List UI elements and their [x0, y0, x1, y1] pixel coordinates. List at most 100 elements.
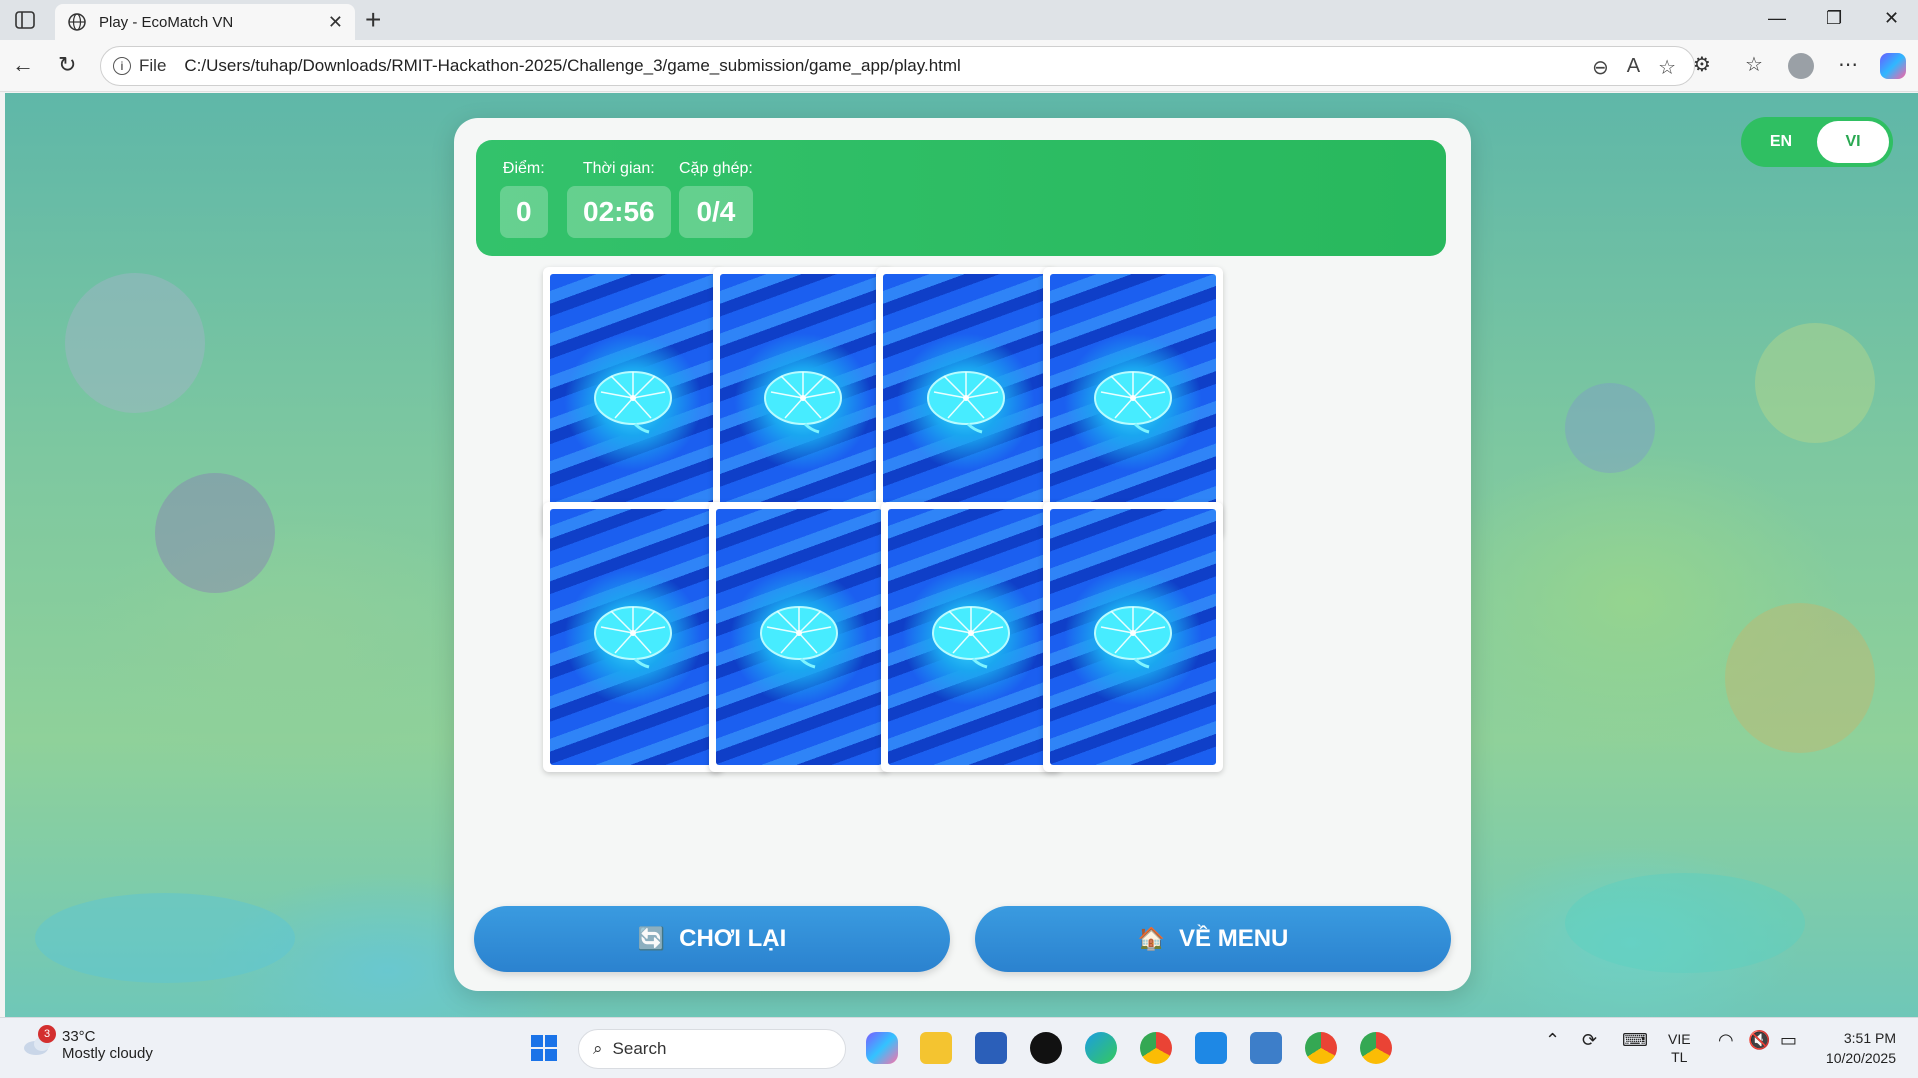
replay-button[interactable]: 🔄 CHƠI LẠI	[474, 906, 950, 972]
close-window-icon[interactable]: ✕	[1884, 8, 1899, 29]
flower-decoration	[1725, 603, 1875, 753]
card-back	[1050, 274, 1216, 530]
tab-title: Play - EcoMatch VN	[99, 13, 234, 31]
replay-icon: 🔄	[637, 926, 666, 951]
chrome-icon[interactable]	[1140, 1032, 1172, 1064]
sync-icon[interactable]: ⟳	[1582, 1030, 1597, 1051]
taskbar: 3 33°C Mostly cloudy ⌕ Search ⌃ ⟳ ⌨ VIE …	[0, 1017, 1918, 1078]
memory-card[interactable]	[876, 267, 1056, 537]
edge-icon[interactable]	[1085, 1032, 1117, 1064]
lotus-leaf-icon	[1094, 606, 1172, 669]
battery-icon[interactable]: ▭	[1780, 1030, 1797, 1051]
water-decoration	[1565, 873, 1805, 973]
restore-icon[interactable]: ❐	[1826, 8, 1842, 29]
new-tab-icon[interactable]: +	[365, 4, 381, 36]
flower-decoration	[1565, 383, 1655, 473]
clock-date: 10/20/2025	[1825, 1050, 1896, 1066]
language-switch: EN VI	[1741, 117, 1893, 167]
card-back	[888, 509, 1054, 765]
keyboard-icon[interactable]: ⌨	[1622, 1030, 1648, 1051]
close-tab-icon[interactable]: ✕	[328, 12, 343, 33]
clock-time: 3:51 PM	[1843, 1030, 1896, 1046]
memory-card[interactable]	[713, 267, 893, 537]
memory-card[interactable]	[1043, 502, 1223, 772]
zoom-icon[interactable]: ⊖	[1592, 55, 1609, 80]
speaker-muted-icon[interactable]: 🔇	[1748, 1030, 1770, 1051]
weather-temp: 33°C	[62, 1028, 96, 1045]
weather-badge: 3	[38, 1025, 56, 1043]
browser-tab[interactable]: Play - EcoMatch VN ✕	[55, 4, 355, 40]
input-language[interactable]: VIE TL	[1668, 1030, 1691, 1066]
sidebar-toggle-icon[interactable]	[14, 9, 36, 31]
menu-button[interactable]: 🏠 VỀ MENU	[975, 906, 1451, 972]
card-back	[883, 274, 1049, 530]
extensions-icon[interactable]: ⚙	[1693, 52, 1711, 77]
chrome-profile-icon[interactable]	[1305, 1032, 1337, 1064]
url-text[interactable]: C:/Users/tuhap/Downloads/RMIT-Hackathon-…	[184, 56, 960, 76]
chrome-profile-icon[interactable]	[1360, 1032, 1392, 1064]
copilot-icon[interactable]	[1880, 53, 1906, 79]
memory-card[interactable]	[543, 267, 723, 537]
menu-label: VỀ MENU	[1179, 925, 1289, 952]
back-arrow-icon[interactable]: ←	[12, 52, 34, 78]
photos-icon[interactable]	[1250, 1032, 1282, 1064]
taskbar-search[interactable]: ⌕ Search	[578, 1029, 846, 1069]
lotus-leaf-icon	[594, 371, 672, 434]
lang-top: VIE	[1668, 1031, 1691, 1047]
file-explorer-icon[interactable]	[920, 1032, 952, 1064]
lotus-leaf-icon	[1094, 371, 1172, 434]
card-back	[716, 509, 882, 765]
minimize-icon[interactable]: —	[1768, 8, 1786, 29]
flower-decoration	[1755, 323, 1875, 443]
card-back	[550, 509, 716, 765]
vscode-icon[interactable]	[1195, 1032, 1227, 1064]
weather-desc: Mostly cloudy	[62, 1045, 153, 1062]
lotus-leaf-icon	[764, 371, 842, 434]
chevron-up-icon[interactable]: ⌃	[1545, 1030, 1560, 1051]
store-icon[interactable]	[975, 1032, 1007, 1064]
card-back	[1050, 509, 1216, 765]
lang-en-button[interactable]: EN	[1745, 121, 1817, 163]
score-label: Điểm:	[502, 160, 545, 177]
address-bar[interactable]: i File C:/Users/tuhap/Downloads/RMIT-Hac…	[100, 46, 1695, 86]
time-stat: Thời gian: 02:56	[567, 160, 671, 238]
home-icon: 🏠	[1137, 926, 1166, 951]
clock[interactable]: 3:51 PM 10/20/2025	[1826, 1028, 1896, 1068]
globe-icon	[68, 13, 86, 31]
windows-start-icon[interactable]	[528, 1032, 560, 1064]
memory-card[interactable]	[881, 502, 1061, 772]
memory-card[interactable]	[543, 502, 723, 772]
game-viewport: EN VI Điểm: 0 Thời gian: 02:56 Cặp ghép:…	[5, 93, 1918, 1017]
favorites-icon[interactable]: ☆	[1745, 52, 1763, 77]
water-decoration	[35, 893, 295, 983]
info-icon[interactable]: i	[113, 57, 131, 75]
card-back	[550, 274, 716, 530]
lotus-leaf-icon	[927, 371, 1005, 434]
replay-label: CHƠI LẠI	[679, 925, 787, 952]
refresh-icon[interactable]: ↻	[58, 52, 76, 78]
lang-bottom: TL	[1671, 1049, 1688, 1065]
more-menu-icon[interactable]: ⋯	[1838, 52, 1858, 77]
profile-avatar[interactable]	[1788, 53, 1814, 79]
copilot-app-icon[interactable]	[866, 1032, 898, 1064]
flower-decoration	[65, 273, 205, 413]
time-label: Thời gian:	[582, 160, 655, 177]
memory-card[interactable]	[1043, 267, 1223, 537]
search-label: Search	[612, 1039, 667, 1058]
read-aloud-icon[interactable]: A	[1627, 55, 1640, 80]
weather-widget[interactable]: 3 33°C Mostly cloudy	[22, 1025, 153, 1062]
pairs-value: 0/4	[679, 186, 753, 238]
address-toolbar: ← ↻ i File C:/Users/tuhap/Downloads/RMIT…	[0, 40, 1918, 92]
lotus-leaf-icon	[594, 606, 672, 669]
score-value: 0	[500, 186, 548, 238]
dell-icon[interactable]	[1030, 1032, 1062, 1064]
memory-card[interactable]	[709, 502, 889, 772]
wifi-icon[interactable]: ◠	[1718, 1030, 1734, 1051]
flower-decoration	[155, 473, 275, 593]
lang-vi-button[interactable]: VI	[1817, 121, 1889, 163]
lotus-leaf-icon	[932, 606, 1010, 669]
card-back	[720, 274, 886, 530]
favorite-star-icon[interactable]: ☆	[1658, 55, 1676, 80]
stats-bar: Điểm: 0 Thời gian: 02:56 Cặp ghép: 0/4	[476, 140, 1446, 256]
browser-titlebar: Play - EcoMatch VN ✕ + — ❐ ✕	[0, 0, 1918, 40]
